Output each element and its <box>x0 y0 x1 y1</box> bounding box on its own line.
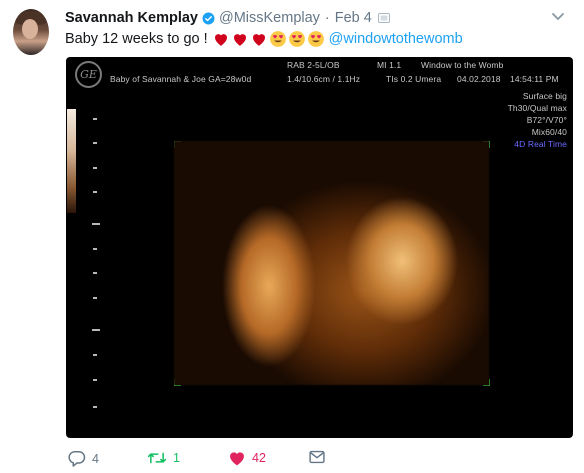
setting-label: Surface big <box>522 91 567 101</box>
tweet-text: Baby 12 weeks to go ! <box>65 31 208 47</box>
verified-badge-icon <box>202 12 215 24</box>
mention-link[interactable]: @windowtothewomb <box>329 31 463 47</box>
author-avatar[interactable] <box>13 9 49 55</box>
depth-tick <box>93 142 97 144</box>
tweet-body: Baby 12 weeks to go ! @windowtothewomb <box>65 28 463 50</box>
retweet-button[interactable]: 1 <box>147 450 180 466</box>
author-handle[interactable]: @MissKemplay <box>219 10 320 26</box>
depth-tick <box>93 406 97 408</box>
separator-dot: · <box>324 10 330 26</box>
like-button[interactable]: 42 <box>228 450 266 466</box>
tweet-media-image[interactable]: GE RAB 2-5L/OB MI 1.1 Window to the Womb… <box>66 57 573 438</box>
tweet-header: Savannah Kemplay @MissKemplay · Feb 4 <box>65 8 390 28</box>
mode-label: 4D Real Time <box>514 139 567 149</box>
depth-tick <box>92 223 100 225</box>
probe-label: RAB 2-5L/OB <box>287 60 340 70</box>
clinic-label: Window to the Womb <box>421 60 504 70</box>
red-heart-icon <box>252 34 265 46</box>
heart-eyes-emoji-icon <box>269 31 286 47</box>
depth-tick <box>93 167 97 169</box>
reply-icon <box>68 451 86 467</box>
retweet-count: 1 <box>173 451 180 465</box>
tweet-actions: 4 1 42 <box>66 450 466 472</box>
heart-icon <box>230 452 244 466</box>
mi-label: MI 1.1 <box>377 60 402 70</box>
depth-label: 1.4/10.6cm / 1.1Hz <box>287 74 361 84</box>
reply-count: 4 <box>92 451 99 466</box>
retweet-icon <box>147 452 167 464</box>
setting-label: B72°/V70° <box>526 115 567 125</box>
red-heart-icon <box>233 34 246 46</box>
depth-tick <box>92 329 100 331</box>
baby-3d-render <box>174 141 489 385</box>
direct-message-button[interactable] <box>309 450 325 464</box>
tis-label: TIs 0.2 Umera <box>386 74 442 84</box>
tweet-timestamp[interactable]: Feb 4 <box>335 10 372 26</box>
red-heart-icon <box>214 34 227 46</box>
heart-eyes-emoji-icon <box>307 31 324 47</box>
depth-tick <box>93 297 97 299</box>
chevron-down-icon[interactable] <box>551 12 565 22</box>
emoji-row <box>212 30 325 48</box>
heart-eyes-emoji-icon <box>288 31 305 47</box>
media-icon <box>377 13 390 23</box>
depth-tick <box>93 191 97 193</box>
setting-label: Th30/Qual max <box>507 103 567 113</box>
author-name[interactable]: Savannah Kemplay <box>65 10 198 26</box>
ge-logo: GE <box>75 61 102 88</box>
depth-tick <box>93 118 97 120</box>
clock-label: 14:54:11 PM <box>510 74 559 84</box>
grayscale-bar <box>67 109 76 213</box>
envelope-icon <box>309 450 325 464</box>
date-label: 04.02.2018 <box>457 74 501 84</box>
patient-label: Baby of Savannah & Joe GA=28w0d <box>110 74 252 84</box>
reply-button[interactable]: 4 <box>68 450 99 467</box>
like-count: 42 <box>252 451 266 465</box>
depth-tick <box>93 272 97 274</box>
setting-label: Mix60/40 <box>531 127 567 137</box>
depth-tick <box>93 354 97 356</box>
depth-tick <box>93 379 97 381</box>
depth-tick <box>93 248 97 250</box>
